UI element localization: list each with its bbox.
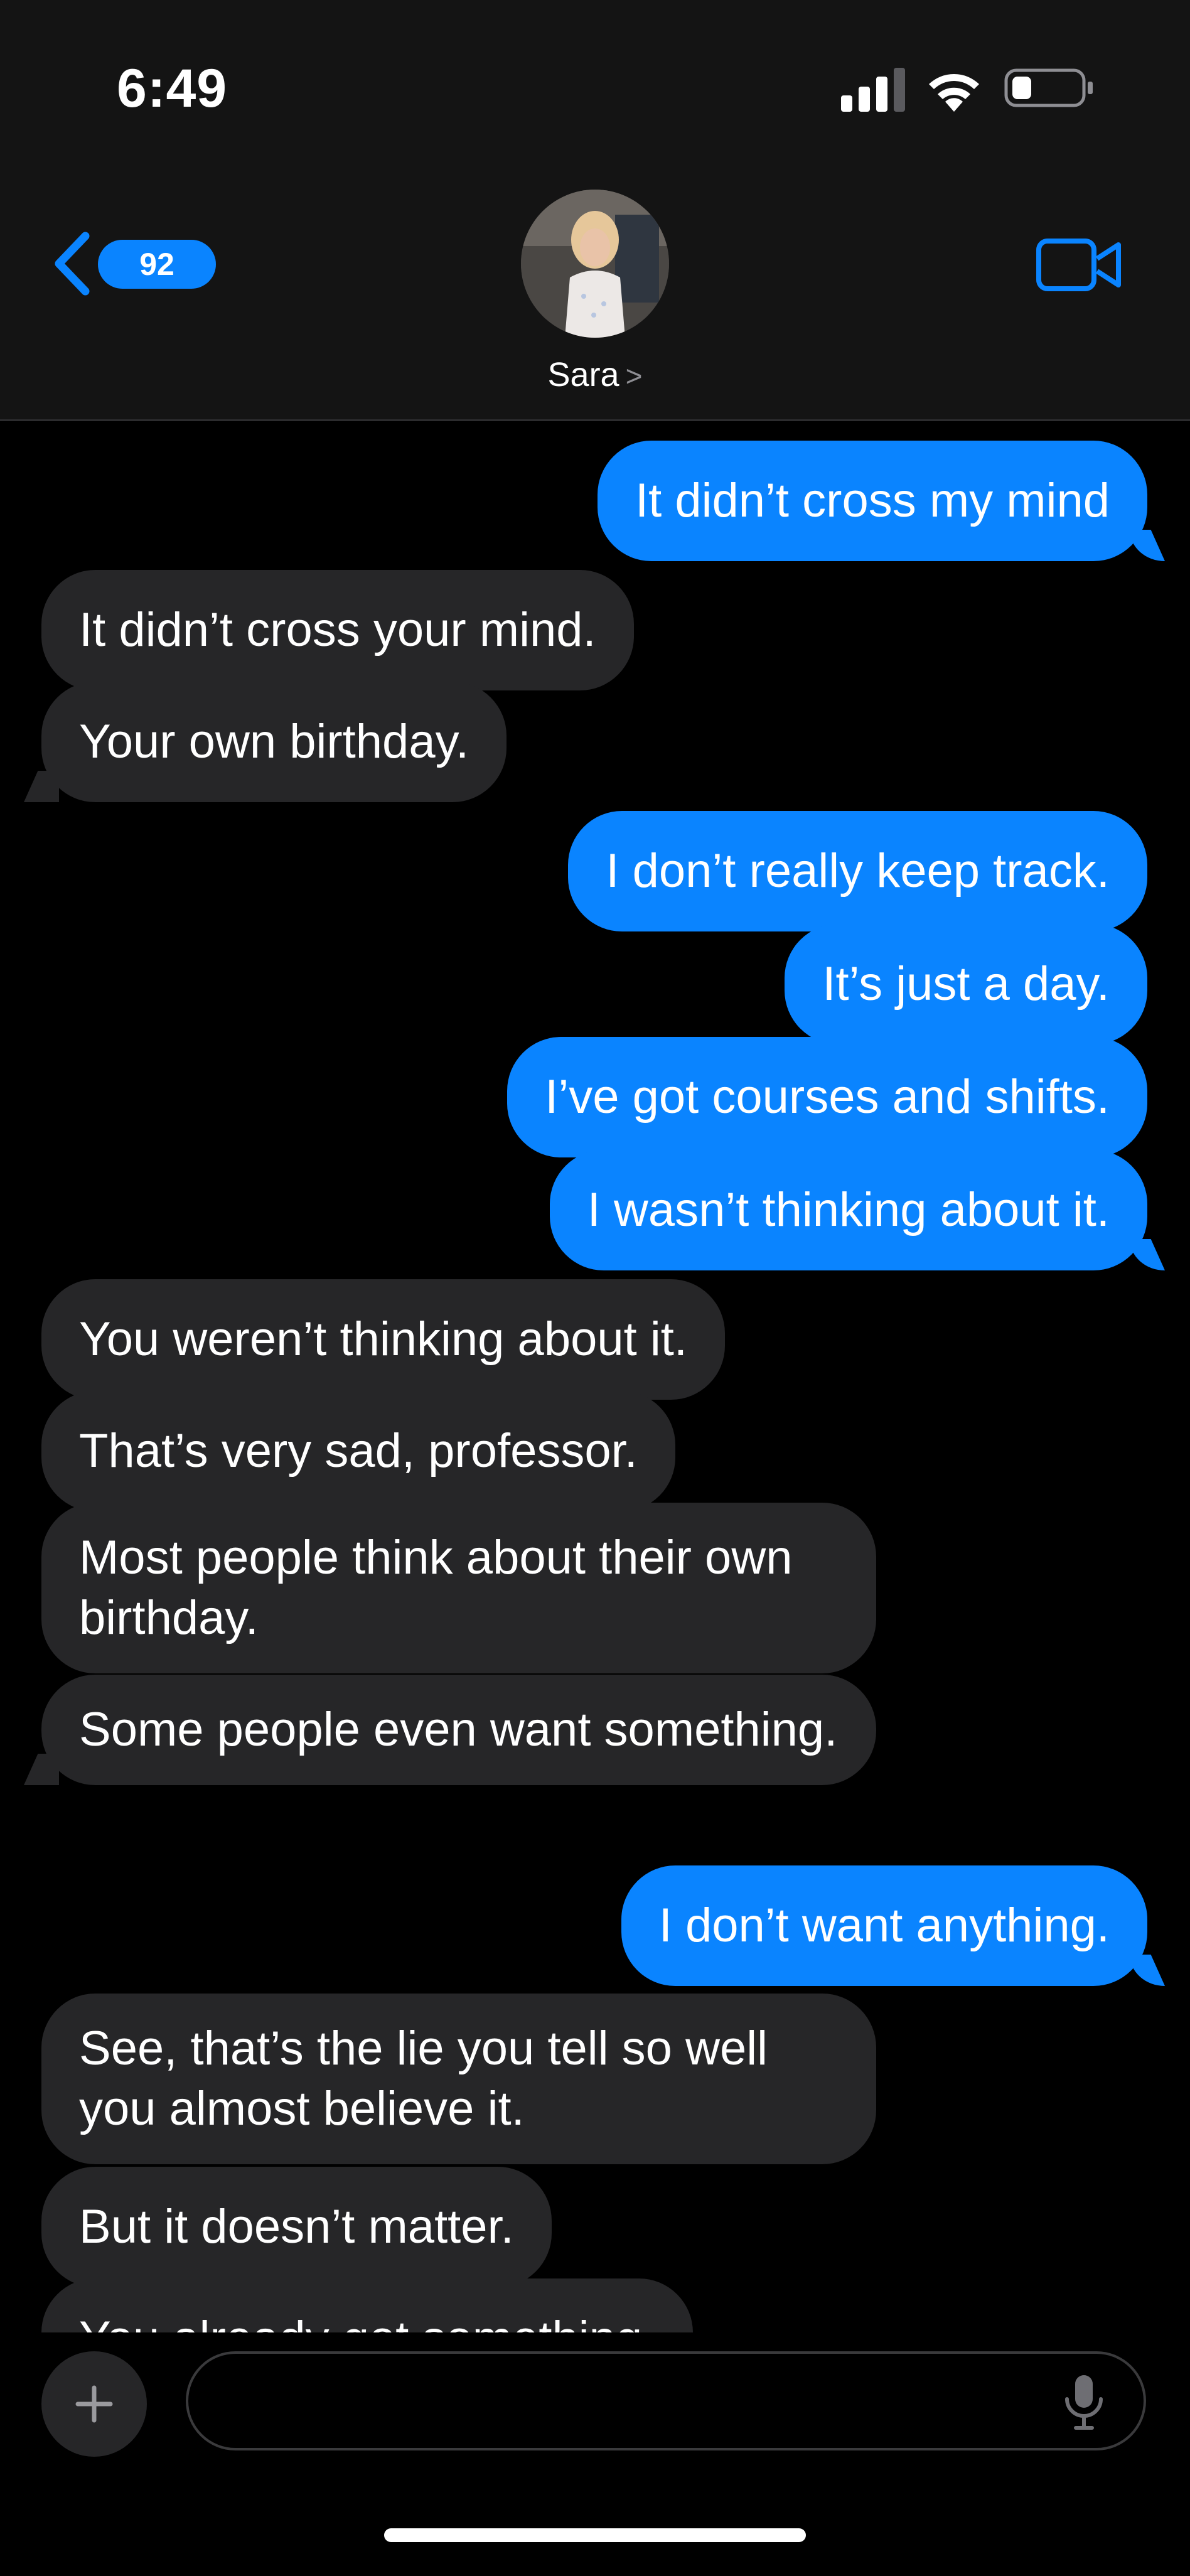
cellular-signal-icon	[841, 68, 905, 112]
contact-name: Sara	[547, 356, 619, 394]
chevron-left-icon	[55, 232, 90, 296]
message-input[interactable]	[186, 2351, 1146, 2450]
contact-name-button[interactable]: Sara >	[0, 355, 1190, 394]
message-bubble-sent[interactable]: I wasn’t thinking about it.	[549, 1150, 1147, 1270]
message-bubble-received[interactable]: But it doesn’t matter.	[41, 2167, 552, 2287]
message-bubble-sent[interactable]: I don’t really keep track.	[568, 811, 1147, 931]
wifi-icon	[929, 74, 979, 112]
message-bubble-received[interactable]: It didn’t cross your mind.	[41, 570, 634, 690]
message-bubble-received[interactable]: You weren’t thinking about it.	[41, 1279, 725, 1400]
plus-icon	[75, 2385, 113, 2423]
unread-count-badge: 92	[98, 240, 216, 289]
message-bubble-received[interactable]: You already got something.	[41, 2278, 694, 2332]
avatar-photo	[521, 190, 669, 338]
message-thread[interactable]: It didn’t cross my mind It didn’t cross …	[0, 419, 1190, 2332]
message-bubble-sent[interactable]: I don’t want anything.	[621, 1865, 1147, 1986]
message-bubble-sent[interactable]: It didn’t cross my mind	[598, 441, 1147, 561]
message-bubble-received[interactable]: Some people even want something.	[41, 1675, 876, 1785]
message-bubble-sent[interactable]: It’s just a day.	[785, 924, 1147, 1044]
home-indicator[interactable]	[384, 2528, 806, 2542]
contact-avatar[interactable]	[521, 190, 669, 338]
video-call-button[interactable]	[1036, 236, 1123, 294]
message-bubble-received[interactable]: Your own birthday.	[41, 682, 507, 802]
battery-icon	[1004, 68, 1093, 107]
composer-bar	[0, 2332, 1190, 2576]
message-bubble-received[interactable]: See, that’s the lie you tell so well you…	[41, 1994, 876, 2164]
message-bubble-received[interactable]: That’s very sad, professor.	[41, 1391, 675, 1511]
conversation-header: 6:49 92 Sara >	[0, 0, 1190, 421]
message-bubble-sent[interactable]: I’ve got courses and shifts.	[507, 1037, 1147, 1157]
microphone-icon[interactable]	[1062, 2373, 1106, 2432]
add-attachment-button[interactable]	[41, 2351, 147, 2457]
status-time: 6:49	[117, 58, 228, 119]
message-bubble-received[interactable]: Most people think about their own birthd…	[41, 1503, 876, 1673]
back-button[interactable]: 92	[50, 226, 216, 301]
chevron-right-icon: >	[625, 360, 643, 392]
